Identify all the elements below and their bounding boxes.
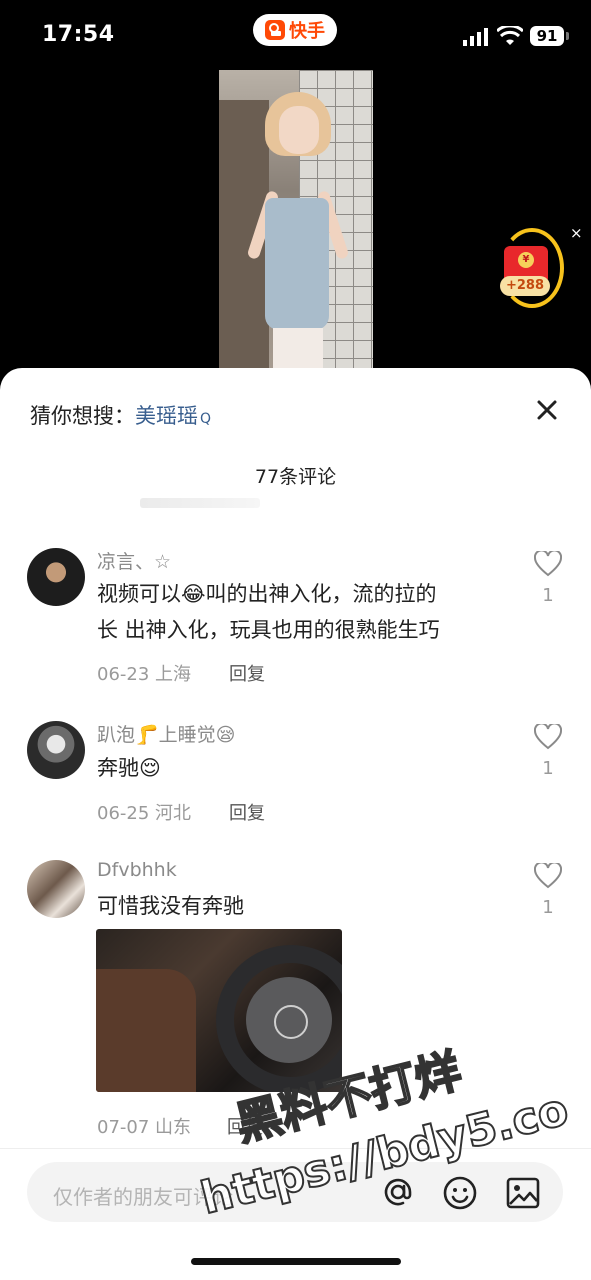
coin-icon: ¥	[518, 252, 534, 268]
avatar[interactable]	[27, 721, 85, 779]
comment-date-location: 06-23 上海	[97, 664, 192, 685]
red-packet-reward[interactable]: +288	[500, 276, 550, 296]
search-icon: Q	[200, 411, 212, 427]
like-count: 1	[542, 585, 554, 606]
scrolled-comment-remnant	[140, 498, 260, 508]
app-badge-label: 快手	[289, 21, 325, 42]
like-heart-icon[interactable]	[534, 724, 562, 750]
video-player[interactable]	[219, 70, 373, 370]
video-figure-face	[279, 106, 319, 154]
comment-date-location: 06-25 河北	[97, 803, 192, 824]
video-figure-legs	[273, 328, 323, 370]
status-time: 17:54	[42, 22, 115, 47]
comment-text: 视频可以😂叫的出神入化，流的拉的 长 出神入化，玩具也用的很熟能生巧	[97, 576, 440, 648]
red-packet-close-icon[interactable]: ×	[570, 224, 583, 242]
comment-text-line: 长 出神入化，玩具也用的很熟能生巧	[97, 618, 440, 642]
comment-text-line: 视频可以😂叫的出神入化，流的拉的	[97, 582, 437, 606]
search-suggestion[interactable]: 猜你想搜：美瑶瑶 Q	[30, 400, 211, 430]
comments-count: 77条评论	[254, 466, 337, 488]
like-heart-icon[interactable]	[534, 551, 562, 577]
suggestion-keyword[interactable]: 美瑶瑶	[135, 404, 198, 428]
car-door-panel	[96, 969, 196, 1092]
app-badge[interactable]: 快手	[253, 14, 337, 46]
kuaishou-logo-icon	[265, 20, 285, 40]
avatar[interactable]	[27, 548, 85, 606]
battery-indicator: 91	[530, 26, 569, 46]
suggestion-label: 猜你想搜：	[30, 404, 135, 428]
comment-username[interactable]: 凉言、☆	[97, 547, 171, 574]
reply-button[interactable]: 回复	[229, 660, 265, 686]
close-icon[interactable]	[535, 398, 559, 422]
home-indicator[interactable]	[191, 1258, 401, 1265]
comment-image[interactable]	[96, 929, 342, 1092]
like-heart-icon[interactable]	[534, 863, 562, 889]
signal-icon	[463, 28, 488, 46]
wifi-icon	[497, 26, 523, 45]
avatar[interactable]	[27, 860, 85, 918]
image-icon[interactable]	[505, 1175, 541, 1211]
comment-username[interactable]: Dfvbhhk	[97, 859, 177, 881]
comment-username[interactable]: 趴泡🦵上睡觉😪	[97, 720, 235, 747]
comment-date-location: 07-07 山东	[97, 1117, 192, 1138]
emoji-icon[interactable]	[442, 1175, 478, 1211]
reply-button[interactable]: 回复	[229, 799, 265, 825]
comment-text: 奔驰😌	[97, 756, 161, 780]
status-bar: 17:54 快手 91	[0, 0, 591, 70]
comment-text: 可惜我没有奔驰	[97, 894, 244, 918]
like-count: 1	[542, 758, 554, 779]
car-logo-icon	[274, 1005, 308, 1039]
like-count: 1	[542, 897, 554, 918]
video-figure-dress	[265, 198, 329, 330]
